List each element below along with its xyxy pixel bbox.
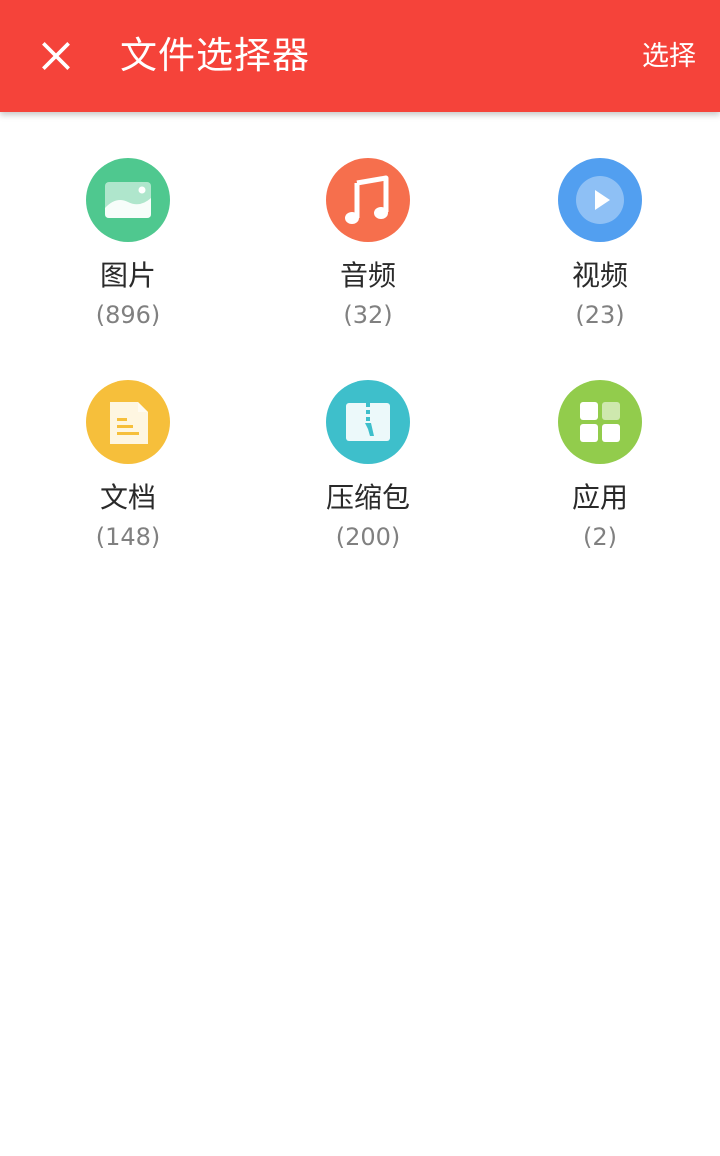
category-count: (896) — [95, 301, 161, 329]
category-icon-circle — [558, 380, 642, 464]
category-icon-circle — [326, 158, 410, 242]
category-icon-circle — [326, 380, 410, 464]
close-icon — [42, 42, 70, 70]
category-count: (32) — [343, 301, 393, 329]
category-icon-circle — [558, 158, 642, 242]
app-bar: 文件选择器 选择 — [0, 0, 720, 112]
category-label: 视频 — [571, 259, 628, 292]
category-audio[interactable]: 音频 (32) — [268, 158, 468, 358]
category-archives[interactable]: 压缩包 (200) — [268, 380, 468, 580]
category-label: 音频 — [339, 259, 396, 292]
select-button[interactable]: 选择 — [642, 34, 696, 80]
page-title: 文件选择器 — [120, 34, 310, 77]
category-documents[interactable]: 文档 (148) — [28, 380, 228, 580]
music-note-icon — [326, 158, 410, 242]
category-count: (148) — [95, 523, 161, 551]
category-label: 应用 — [571, 481, 628, 514]
apps-icon — [558, 380, 642, 464]
category-icon-circle — [86, 380, 170, 464]
file-picker-screen: 文件选择器 选择 图片 (896) 音频 (32) 视频 (23) 文档 (14… — [0, 0, 720, 1156]
document-icon — [86, 380, 170, 464]
category-count: (23) — [575, 301, 625, 329]
category-apps[interactable]: 应用 (2) — [500, 380, 700, 580]
zip-icon — [326, 380, 410, 464]
category-label: 文档 — [99, 481, 156, 514]
play-icon — [558, 158, 642, 242]
category-count: (2) — [583, 523, 617, 551]
category-label: 图片 — [99, 259, 156, 292]
category-icon-circle — [86, 158, 170, 242]
image-icon — [86, 158, 170, 242]
category-images[interactable]: 图片 (896) — [28, 158, 228, 358]
close-button[interactable] — [24, 24, 88, 88]
category-count: (200) — [335, 523, 401, 551]
category-label: 压缩包 — [325, 481, 410, 514]
category-video[interactable]: 视频 (23) — [500, 158, 700, 358]
